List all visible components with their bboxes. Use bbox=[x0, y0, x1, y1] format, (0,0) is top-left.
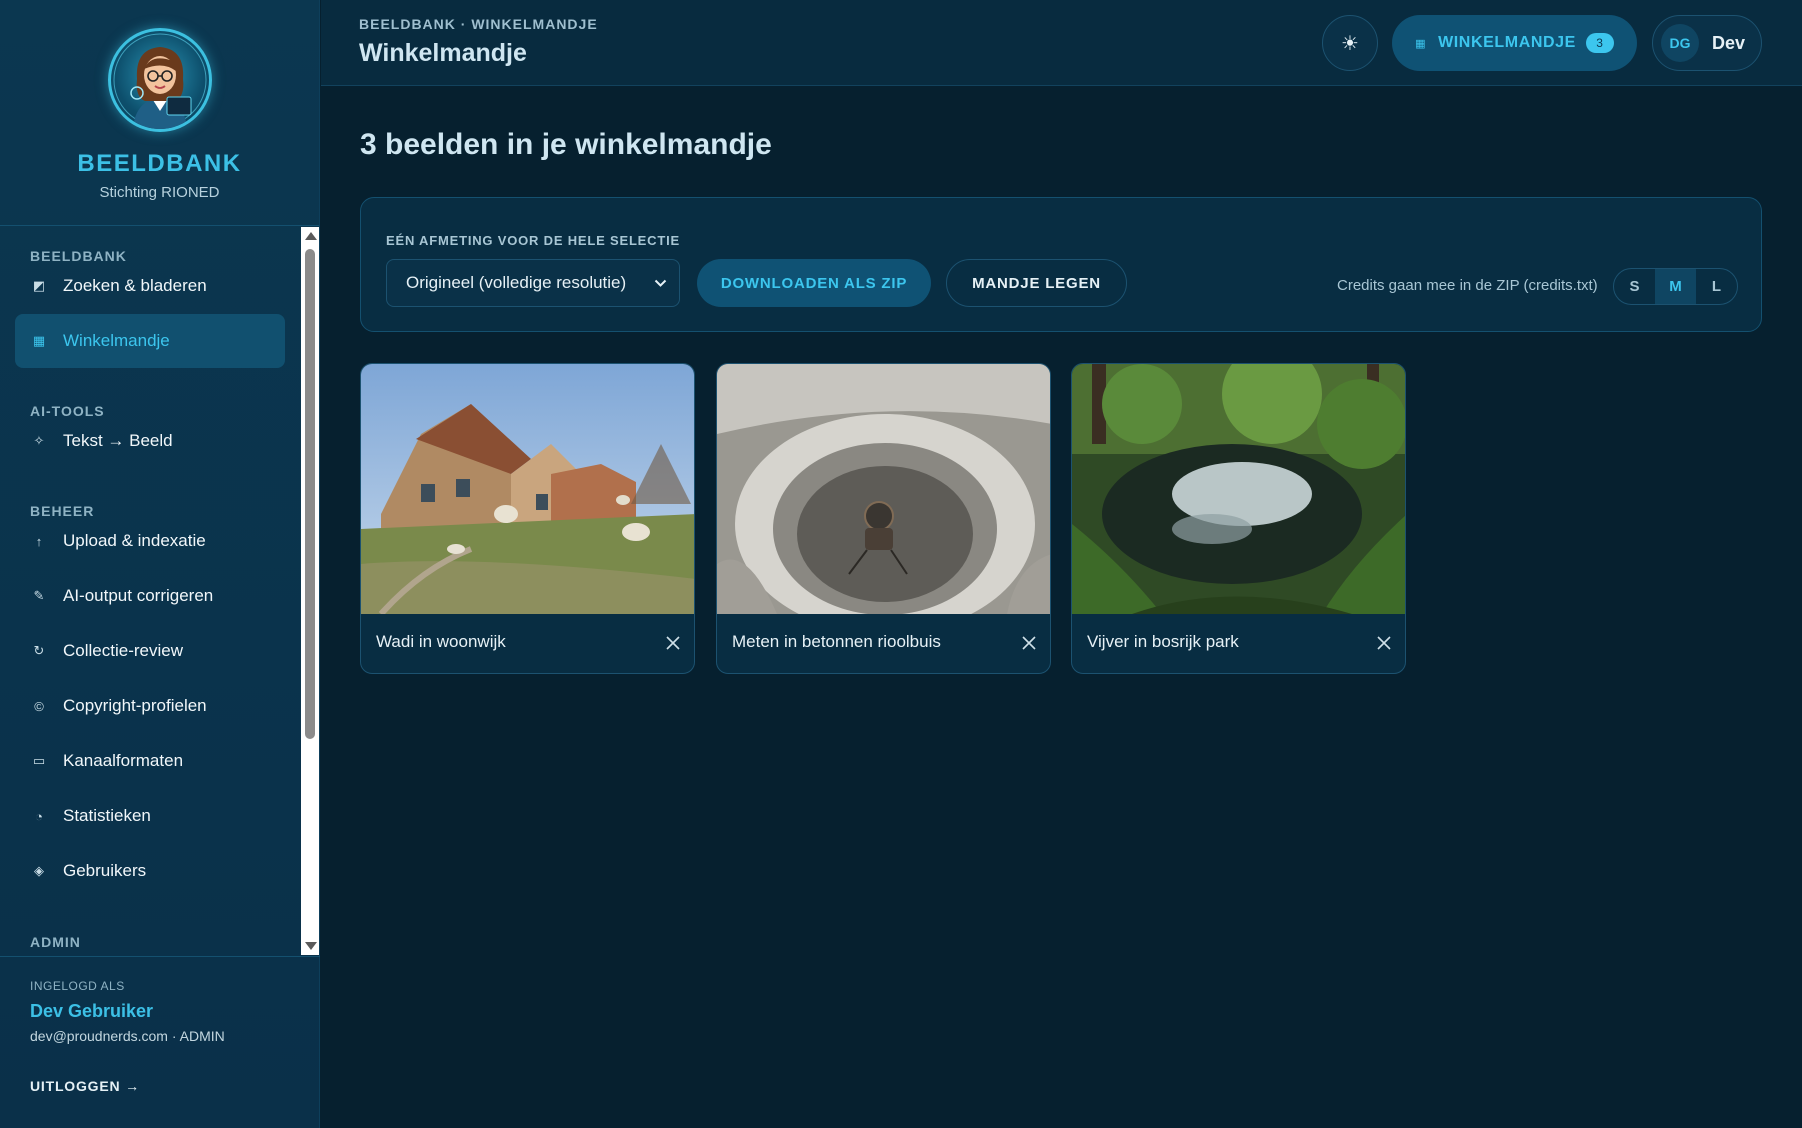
cart-count-badge: 3 bbox=[1585, 33, 1614, 53]
brand: BEELDBANK Stichting RIONED bbox=[0, 0, 319, 226]
sidebar-item-kanaalformaten[interactable]: ▭ Kanaalformaten bbox=[15, 734, 285, 788]
download-zip-button[interactable]: DOWNLOADEN ALS ZIP bbox=[697, 259, 931, 307]
cart-button-label: WINKELMANDJE bbox=[1438, 34, 1576, 51]
avatar: DG bbox=[1661, 24, 1699, 62]
sidebar-item-label: Copyright-profielen bbox=[63, 696, 207, 715]
thumbnail-wadi[interactable] bbox=[361, 364, 695, 614]
thumbnail-vijver[interactable] bbox=[1072, 364, 1406, 614]
logged-in-label: INGELOGD ALS bbox=[30, 979, 125, 993]
thumbnail-size-toggle: S M L bbox=[1613, 268, 1738, 305]
close-icon[interactable] bbox=[1020, 634, 1038, 652]
scroll-down-arrow-icon[interactable] bbox=[305, 942, 317, 950]
cart-icon: ▦ bbox=[1415, 37, 1427, 50]
logout-link[interactable]: UITLOGGEN → bbox=[30, 1078, 320, 1094]
card-title: Meten in betonnen rioolbuis bbox=[732, 632, 941, 651]
sidebar-item-ai-output[interactable]: ✎ AI-output corrigeren bbox=[15, 569, 285, 623]
sidebar-item-zoeken[interactable]: ◩ Zoeken & bladeren bbox=[15, 259, 285, 313]
card-title: Wadi in woonwijk bbox=[376, 632, 506, 651]
sidebar-item-winkelmandje[interactable]: ▦ Winkelmandje bbox=[15, 314, 285, 368]
size-option-l[interactable]: L bbox=[1696, 269, 1737, 304]
scroll-thumb[interactable] bbox=[305, 249, 315, 739]
copyright-icon: © bbox=[34, 698, 44, 714]
card-title: Vijver in bosrijk park bbox=[1087, 632, 1239, 651]
page-title: Winkelmandje bbox=[359, 39, 527, 67]
theme-toggle-button[interactable]: ☀ bbox=[1322, 15, 1378, 71]
thumbnail-rioolbuis[interactable] bbox=[717, 364, 1051, 614]
logged-in-user-box: INGELOGD ALS Dev Gebruiker dev@proudnerd… bbox=[0, 956, 320, 1128]
logged-in-email-role: dev@proudnerds.com · ADMIN bbox=[30, 1028, 225, 1044]
sidebar-item-tekst-beeld[interactable]: ✧ Tekst → Beeld bbox=[15, 414, 285, 468]
refresh-icon: ↻ bbox=[33, 643, 45, 658]
clear-cart-button[interactable]: MANDJE LEGEN bbox=[946, 259, 1127, 307]
sidebar-item-label: AI-output corrigeren bbox=[63, 586, 214, 605]
sidebar-item-statistieken[interactable]: ◔ Statistieken bbox=[15, 789, 285, 843]
credits-note: Credits gaan mee in de ZIP (credits.txt) bbox=[1337, 277, 1598, 294]
sidebar: BEELDBANK Stichting RIONED BEELDBANK ◩ Z… bbox=[0, 0, 320, 1128]
sidebar-item-label: Upload & indexatie bbox=[63, 531, 206, 550]
cart-item-card[interactable]: Meten in betonnen rioolbuis bbox=[716, 363, 1051, 674]
sidebar-item-label: Statistieken bbox=[63, 806, 151, 825]
cart-button[interactable]: ▦ WINKELMANDJE 3 bbox=[1392, 15, 1637, 71]
size-select[interactable]: Origineel (volledige resolutie) bbox=[386, 259, 680, 307]
librarian-avatar-icon bbox=[107, 28, 212, 132]
sidebar-item-label: Tekst → Beeld bbox=[63, 431, 173, 450]
close-icon[interactable] bbox=[664, 634, 682, 652]
chevron-down-icon bbox=[654, 276, 667, 291]
download-options-panel: EÉN AFMETING VOOR DE HELE SELECTIE Origi… bbox=[360, 197, 1762, 332]
cart-item-card[interactable]: Vijver in bosrijk park bbox=[1071, 363, 1406, 674]
size-select-value: Origineel (volledige resolutie) bbox=[406, 273, 627, 292]
image-icon: ◩ bbox=[32, 278, 46, 293]
sidebar-item-label: Collectie-review bbox=[63, 641, 183, 660]
sun-icon: ☀ bbox=[1341, 32, 1359, 55]
breadcrumb: BEELDBANK · WINKELMANDJE bbox=[359, 16, 598, 32]
sidebar-item-gebruikers[interactable]: ◈ Gebruikers bbox=[15, 844, 285, 898]
pie-chart-icon: ◔ bbox=[35, 808, 43, 824]
sidebar-scrollbar[interactable] bbox=[301, 227, 319, 955]
sidebar-item-collectie-review[interactable]: ↻ Collectie-review bbox=[15, 624, 285, 678]
sidebar-nav: BEELDBANK ◩ Zoeken & bladeren ▦ Winkelma… bbox=[0, 227, 300, 955]
size-option-m[interactable]: M bbox=[1655, 269, 1696, 304]
frame-icon: ▭ bbox=[32, 753, 46, 768]
cart-heading: 3 beelden in je winkelmandje bbox=[360, 128, 772, 161]
user-menu-button[interactable]: DG Dev bbox=[1652, 15, 1762, 71]
size-selection-label: EÉN AFMETING VOOR DE HELE SELECTIE bbox=[386, 233, 680, 248]
sidebar-item-label: Gebruikers bbox=[63, 861, 147, 880]
logged-in-name: Dev Gebruiker bbox=[30, 1001, 154, 1021]
user-short-name: Dev bbox=[1712, 32, 1746, 53]
users-diamond-icon: ◈ bbox=[34, 863, 44, 878]
sidebar-item-label: Winkelmandje bbox=[63, 331, 170, 350]
upload-arrow-icon: ↑ bbox=[35, 533, 43, 549]
sidebar-item-label: Zoeken & bladeren bbox=[63, 276, 207, 295]
scroll-up-arrow-icon[interactable] bbox=[305, 232, 317, 240]
brand-title: BEELDBANK bbox=[77, 150, 242, 177]
sidebar-item-copyright[interactable]: © Copyright-profielen bbox=[15, 679, 285, 733]
brand-subtitle: Stichting RIONED bbox=[99, 184, 220, 201]
sidebar-item-upload[interactable]: ↑ Upload & indexatie bbox=[15, 514, 285, 568]
cart-item-card[interactable]: Wadi in woonwijk bbox=[360, 363, 695, 674]
pencil-icon: ✎ bbox=[33, 588, 45, 603]
size-option-s[interactable]: S bbox=[1614, 269, 1655, 304]
close-icon[interactable] bbox=[1375, 634, 1393, 652]
cart-icon: ▦ bbox=[32, 333, 46, 348]
sidebar-item-label: Kanaalformaten bbox=[63, 751, 184, 770]
nav-section-admin: ADMIN bbox=[30, 934, 81, 950]
topbar: BEELDBANK · WINKELMANDJE Winkelmandje ☀ … bbox=[321, 0, 1802, 86]
sparkle-icon: ✧ bbox=[33, 433, 45, 448]
